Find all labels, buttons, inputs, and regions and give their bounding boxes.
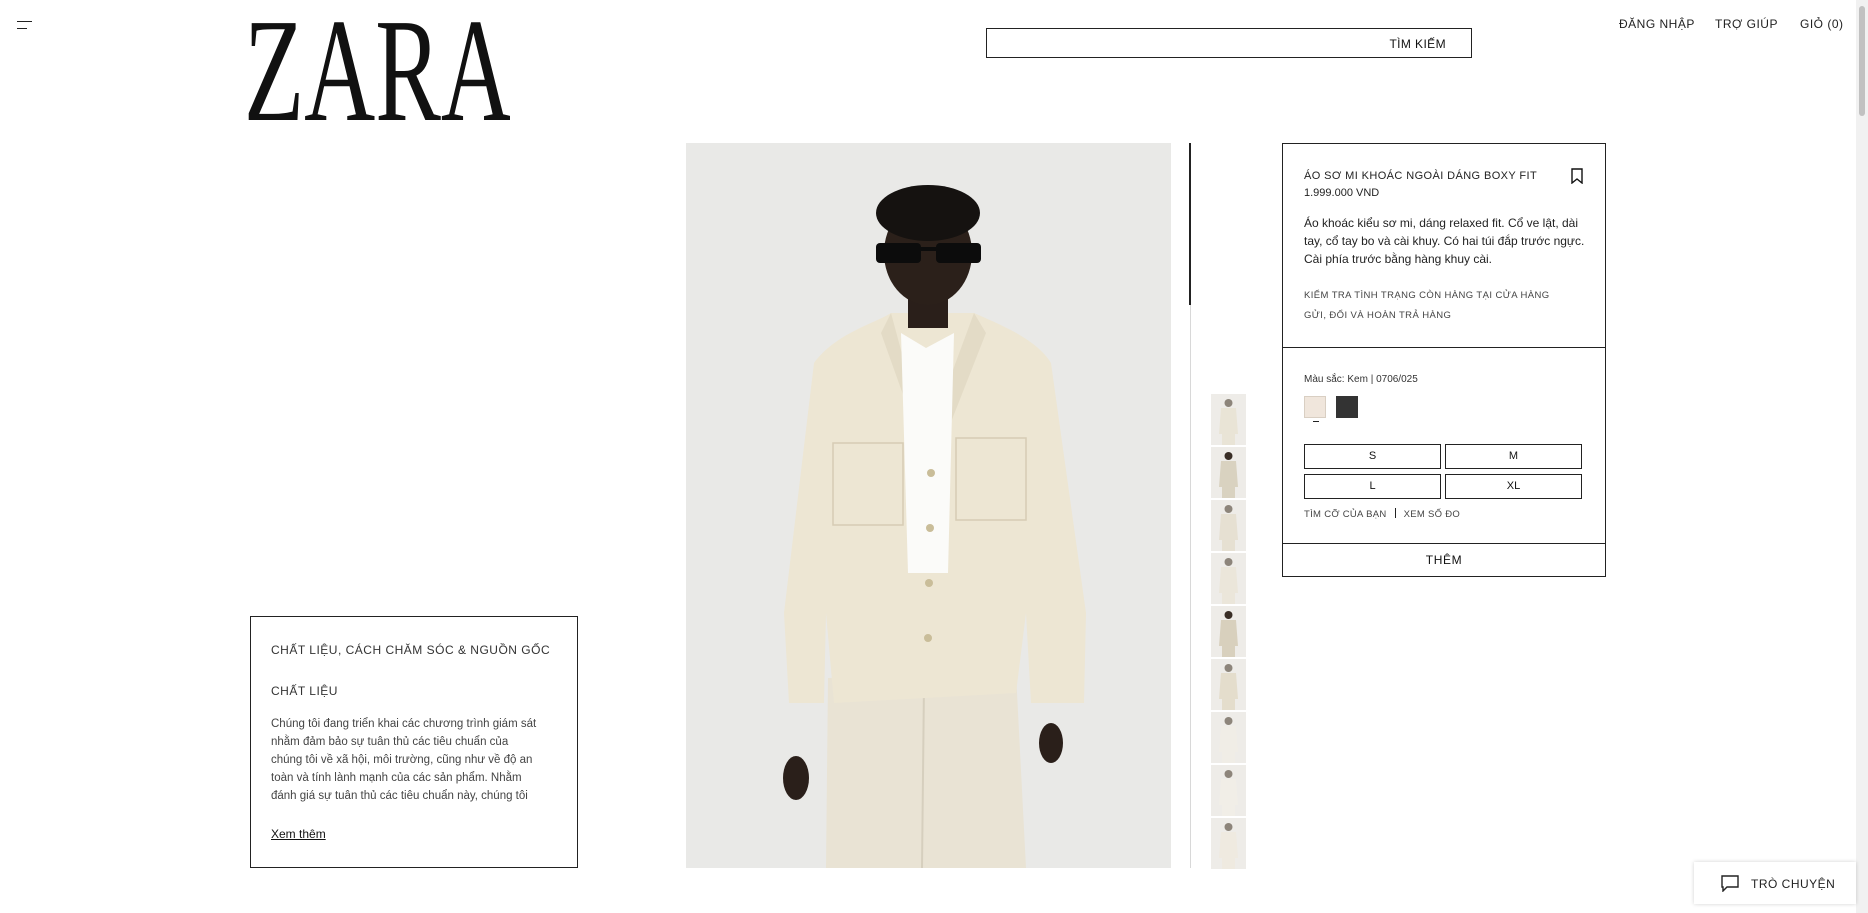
add-to-cart-button[interactable]: THÊM	[1283, 544, 1605, 576]
info-divider	[1283, 347, 1605, 348]
size-s-button[interactable]: S	[1304, 444, 1441, 469]
color-swatch-cream[interactable]	[1304, 396, 1326, 418]
materials-text: Chúng tôi đang triển khai các chương trì…	[271, 718, 537, 802]
see-more-link[interactable]: Xem thêm	[271, 827, 326, 841]
product-thumbnail[interactable]	[1211, 765, 1246, 816]
search-box[interactable]: TÌM KIẾM	[986, 28, 1472, 58]
page-scrollbar[interactable]	[1856, 0, 1868, 913]
size-xl-button[interactable]: XL	[1445, 474, 1582, 499]
menu-icon[interactable]	[17, 19, 32, 31]
search-label: TÌM KIẾM	[1389, 37, 1446, 51]
image-scroll-indicator[interactable]	[1189, 143, 1191, 305]
product-thumbnail[interactable]	[1211, 553, 1246, 604]
size-links: TÌM CỠ CỦA BẠN XEM SỐ ĐO	[1304, 508, 1460, 520]
bookmark-icon[interactable]	[1571, 168, 1583, 184]
shipping-returns-link[interactable]: GỬI, ĐỔI VÀ HOÀN TRẢ HÀNG	[1304, 310, 1451, 321]
store-availability-link[interactable]: KIỂM TRA TÌNH TRẠNG CÒN HÀNG TẠI CỬA HÀN…	[1304, 290, 1550, 301]
model-illustration	[686, 143, 1171, 868]
color-swatch-black[interactable]	[1336, 396, 1358, 418]
scrollbar-thumb[interactable]	[1859, 6, 1865, 116]
login-link[interactable]: ĐĂNG NHẬP	[1619, 17, 1695, 31]
product-description: Áo khoác kiểu sơ mi, dáng relaxed fit. C…	[1304, 216, 1585, 266]
size-l-button[interactable]: L	[1304, 474, 1441, 499]
materials-subtitle: CHẤT LIỆU	[271, 684, 338, 698]
size-m-button[interactable]: M	[1445, 444, 1582, 469]
chat-button[interactable]: TRÒ CHUYỆN	[1694, 862, 1856, 904]
product-thumbnail[interactable]	[1211, 394, 1246, 445]
help-link[interactable]: TRỢ GIÚP	[1715, 17, 1778, 31]
link-separator	[1394, 508, 1396, 518]
product-main-image[interactable]	[686, 143, 1171, 868]
product-thumbnail[interactable]	[1211, 712, 1246, 763]
find-size-link[interactable]: TÌM CỠ CỦA BẠN	[1304, 509, 1387, 520]
product-price: 1.999.000 VND	[1304, 187, 1380, 199]
thumbnail-strip	[1211, 394, 1246, 871]
chat-bubble-icon	[1721, 875, 1739, 892]
product-thumbnail[interactable]	[1211, 818, 1246, 869]
product-title: ÁO SƠ MI KHOÁC NGOÀI DÁNG BOXY FIT	[1304, 170, 1538, 182]
size-chart-link[interactable]: XEM SỐ ĐO	[1404, 509, 1461, 520]
product-thumbnail[interactable]	[1211, 500, 1246, 551]
product-thumbnail[interactable]	[1211, 447, 1246, 498]
cart-link[interactable]: GIỎ (0)	[1800, 17, 1844, 31]
zara-logo[interactable]: ZARA	[248, 12, 510, 124]
product-thumbnail[interactable]	[1211, 659, 1246, 710]
color-label: Màu sắc: Kem | 0706/025	[1304, 374, 1418, 385]
materials-care-origin-panel: CHẤT LIỆU, CÁCH CHĂM SÓC & NGUỒN GỐC CHẤ…	[250, 616, 578, 868]
product-thumbnail[interactable]	[1211, 606, 1246, 657]
materials-panel-title: CHẤT LIỆU, CÁCH CHĂM SÓC & NGUỒN GỐC	[271, 643, 551, 657]
selected-swatch-marker	[1313, 421, 1319, 422]
product-info-panel: ÁO SƠ MI KHOÁC NGOÀI DÁNG BOXY FIT 1.999…	[1282, 143, 1606, 577]
chat-label: TRÒ CHUYỆN	[1751, 877, 1836, 891]
logo-text: ZARA	[248, 12, 510, 124]
